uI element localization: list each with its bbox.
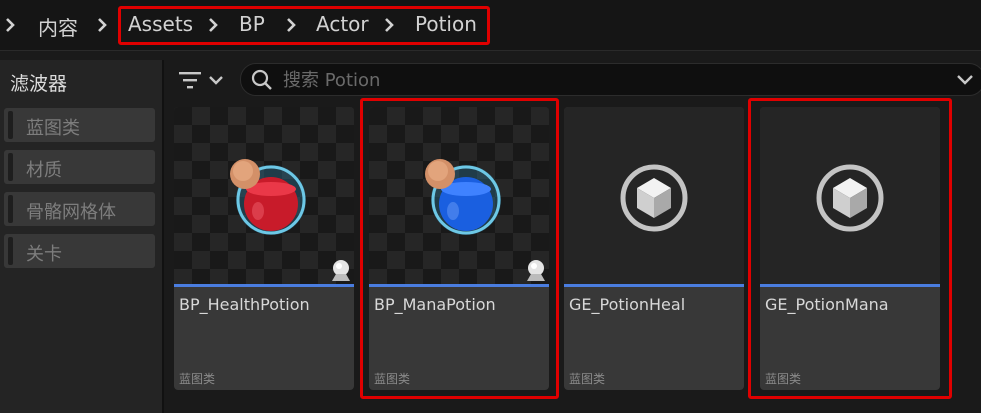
asset-type-bar: [174, 284, 354, 287]
asset-type-bar: [369, 284, 549, 287]
cube-icon: [816, 164, 884, 232]
asset-name: BP_HealthPotion: [179, 295, 310, 314]
search-box[interactable]: [240, 63, 981, 96]
filter-checkbox[interactable]: [8, 153, 13, 181]
asset-card-ge-potionheal[interactable]: GE_PotionHeal 蓝图类: [564, 107, 744, 390]
asset-type-label: 蓝图类: [374, 372, 411, 386]
filter-item-skeletal-mesh[interactable]: 骨骼网格体: [4, 192, 155, 226]
chevron-down-icon: [209, 76, 223, 85]
filter-item-label: 蓝图类: [26, 118, 80, 139]
filter-sidebar-title: 滤波器: [10, 73, 68, 95]
filter-dropdown-button[interactable]: [178, 68, 228, 92]
asset-name: GE_PotionHeal: [569, 295, 686, 314]
chevron-right-icon: [98, 18, 107, 32]
filter-item-blueprint-class[interactable]: 蓝图类: [4, 108, 155, 142]
asset-card-bp-healthpotion[interactable]: BP_HealthPotion 蓝图类: [174, 107, 354, 390]
asset-type-bar: [564, 284, 744, 287]
filter-checkbox[interactable]: [8, 111, 13, 139]
cube-icon: [620, 164, 688, 232]
asset-name: BP_ManaPotion: [374, 295, 496, 314]
filter-checkbox[interactable]: [8, 195, 13, 223]
filter-item-label: 材质: [26, 160, 62, 181]
asset-thumbnail: [174, 107, 354, 286]
filter-item-material[interactable]: 材质: [4, 150, 155, 184]
blue-potion-icon: [425, 159, 501, 235]
filter-icon: [179, 72, 201, 89]
filter-item-label: 骨骼网格体: [26, 202, 116, 223]
sidebar-divider[interactable]: [162, 60, 164, 413]
asset-thumbnail: [369, 107, 549, 286]
filter-sidebar: 滤波器 蓝图类 材质 骨骼网格体 关卡: [0, 60, 162, 413]
asset-card-bp-manapotion[interactable]: BP_ManaPotion 蓝图类: [369, 107, 549, 390]
asset-toolbar: [164, 60, 981, 100]
asset-type-bar: [760, 284, 940, 287]
breadcrumb: 内容 Assets BP Actor Potion: [0, 0, 981, 51]
breadcrumb-item-actor[interactable]: Actor: [316, 12, 369, 36]
filter-item-label: 关卡: [26, 244, 62, 265]
breadcrumb-item-potion[interactable]: Potion: [415, 12, 477, 36]
search-options-chevron-icon[interactable]: [956, 74, 974, 86]
filter-checkbox[interactable]: [8, 237, 13, 265]
asset-name: GE_PotionMana: [765, 295, 889, 314]
search-icon: [251, 69, 272, 90]
asset-type-label: 蓝图类: [179, 372, 216, 386]
asset-thumbnail: [760, 107, 940, 286]
actor-class-icon: [332, 260, 350, 281]
breadcrumb-item-content[interactable]: 内容: [38, 12, 78, 41]
asset-type-label: 蓝图类: [569, 372, 606, 386]
asset-card-ge-potionmana[interactable]: GE_PotionMana 蓝图类: [760, 107, 940, 390]
chevron-right-icon[interactable]: [4, 16, 16, 34]
chevron-right-icon: [209, 18, 218, 32]
filter-item-level[interactable]: 关卡: [4, 234, 155, 268]
breadcrumb-item-bp[interactable]: BP: [239, 12, 265, 36]
red-potion-icon: [230, 159, 306, 235]
chevron-right-icon: [385, 18, 394, 32]
asset-thumbnail: [564, 107, 744, 286]
breadcrumb-item-assets[interactable]: Assets: [128, 12, 193, 36]
asset-type-label: 蓝图类: [765, 372, 802, 386]
search-input[interactable]: [281, 67, 925, 93]
chevron-right-icon: [287, 18, 296, 32]
actor-class-icon: [527, 260, 545, 281]
